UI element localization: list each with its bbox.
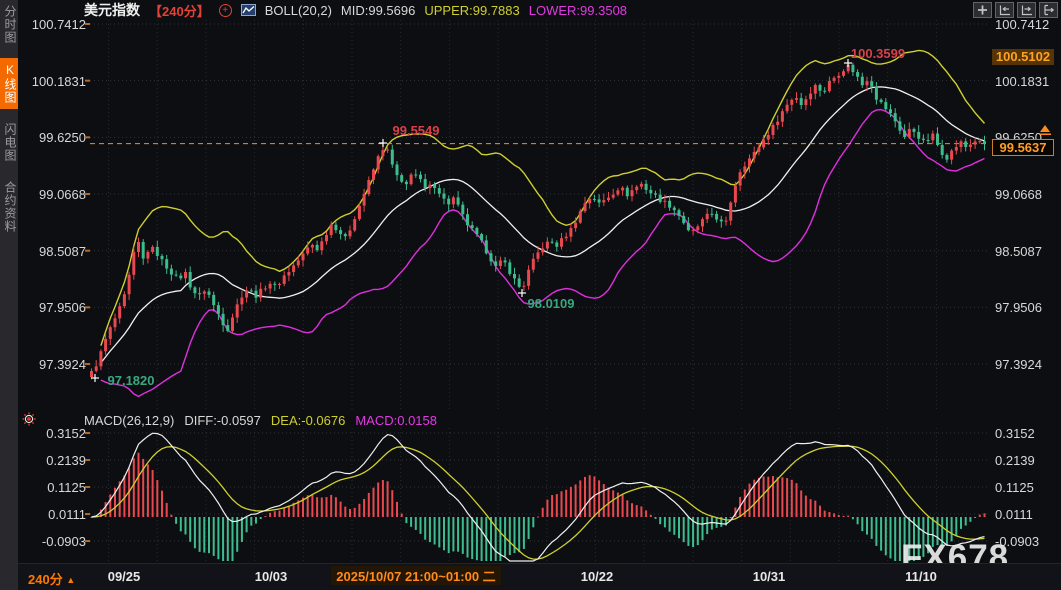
axis-edge-ticks: [85, 23, 90, 542]
sidebar-item-contract-info[interactable]: 合约资料: [0, 176, 18, 238]
add-indicator-icon[interactable]: +: [219, 4, 232, 17]
trading-app-window: 分时图 K线图 闪电图 合约资料 美元指数 【240分】 + BOLL(20,2…: [0, 0, 1061, 590]
macd-settings-icon[interactable]: [22, 412, 36, 426]
boll-bands: [101, 50, 985, 396]
x-axis-label: 10/03: [255, 569, 288, 584]
macd-dea-value: DEA:-0.0676: [271, 413, 345, 428]
candles: [90, 62, 986, 379]
x-axis-label: 10/22: [581, 569, 614, 584]
chart-canvas[interactable]: [0, 0, 1061, 590]
boll-mid-value: MID:99.5696: [341, 3, 415, 18]
axis-zoom-out-icon[interactable]: [1017, 2, 1036, 18]
boll-indicator-label: BOLL(20,2): [265, 3, 332, 18]
axis-zoom-in-icon[interactable]: [995, 2, 1014, 18]
cursor-date-label: 2025/10/07 21:00~01:00 二: [331, 566, 501, 585]
sidebar-item-kline[interactable]: K线图: [0, 58, 18, 109]
symbol-title: 美元指数: [84, 0, 140, 20]
last-price-label: 99.5637: [992, 139, 1054, 156]
x-axis-label: 10/31: [753, 569, 786, 584]
period-selector[interactable]: 240分 ▲: [28, 569, 75, 588]
chart-toolbar: [973, 2, 1058, 18]
period-tag: 【240分】: [149, 1, 210, 20]
extreme-markers: [91, 59, 852, 382]
macd-histogram: [91, 453, 986, 561]
sidebar-item-lightning[interactable]: 闪电图: [0, 118, 18, 167]
boll-upper-value: UPPER:99.7883: [424, 3, 519, 18]
price-annotation: 98.0109: [528, 296, 575, 311]
chart-header: 美元指数 【240分】 + BOLL(20,2) MID:99.5696 UPP…: [84, 2, 627, 18]
macd-dea-line: [92, 446, 985, 559]
macd-header: MACD(26,12,9) DIFF:-0.0597 DEA:-0.0676 M…: [84, 413, 437, 428]
boll-lower-value: LOWER:99.3508: [529, 3, 627, 18]
grid-layer: [90, 20, 990, 561]
range-high-label: 100.5102: [992, 49, 1054, 65]
macd-value: MACD:0.0158: [355, 413, 437, 428]
chart-type-icon: [241, 4, 256, 16]
caret-up-icon: ▲: [66, 575, 75, 585]
price-annotation: 100.3599: [851, 46, 905, 61]
x-axis-label: 09/25: [108, 569, 141, 584]
pan-latest-icon[interactable]: [1039, 2, 1058, 18]
macd-diff-value: DIFF:-0.0597: [184, 413, 261, 428]
scroll-latest-icon[interactable]: [1039, 125, 1051, 135]
sidebar-tab-strip: 分时图 K线图 闪电图 合约资料: [0, 0, 18, 590]
sidebar-item-timeshare[interactable]: 分时图: [0, 0, 18, 49]
price-annotation: 97.1820: [108, 373, 155, 388]
macd-indicator-label: MACD(26,12,9): [84, 413, 174, 428]
price-annotation: 99.5549: [393, 123, 440, 138]
x-axis-label: 11/10: [905, 569, 937, 584]
x-axis-bar: 240分 ▲ 2025/10/07 21:00~01:00 二 09/25 10/…: [18, 563, 1061, 590]
macd-diff-line: [92, 433, 985, 561]
macd-lines: [92, 433, 985, 561]
crosshair-icon[interactable]: [973, 2, 992, 18]
